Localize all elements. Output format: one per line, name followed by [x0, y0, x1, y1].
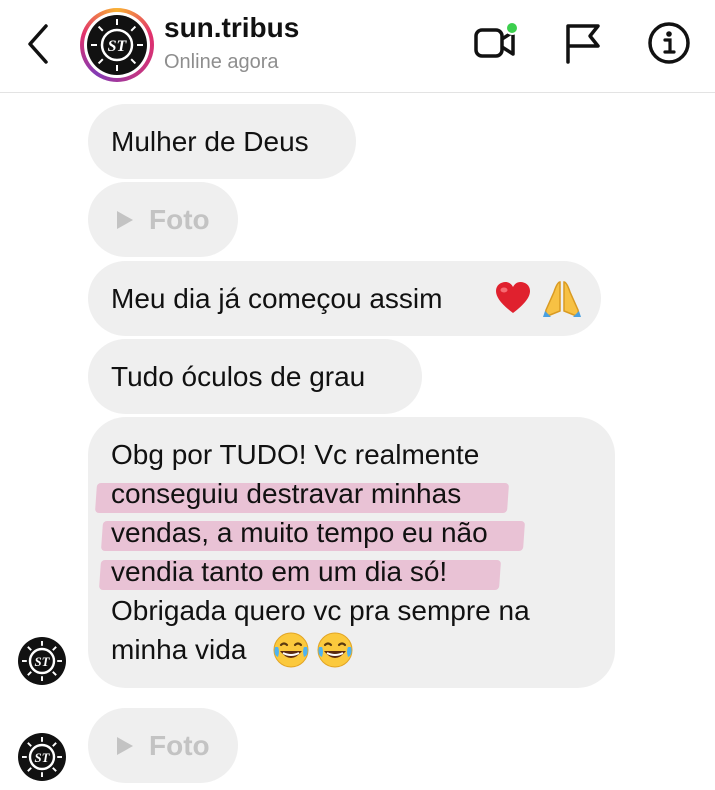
- message-bubble[interactable]: Obg por TUDO! Vc realmente conseguiu des…: [88, 417, 615, 688]
- heart-emoji-icon: [496, 282, 530, 313]
- photo-message[interactable]: Foto: [88, 708, 238, 783]
- video-call-icon[interactable]: [470, 18, 520, 68]
- play-icon: [117, 211, 133, 229]
- svg-text:ST: ST: [35, 751, 51, 765]
- flag-icon[interactable]: [558, 18, 608, 68]
- photo-label: Foto: [149, 730, 210, 761]
- svg-text:ST: ST: [108, 38, 128, 55]
- praying-hands-emoji-icon: [543, 281, 581, 317]
- message-text: Meu dia já começou assim: [111, 283, 443, 314]
- profile-avatar[interactable]: ST: [80, 8, 154, 82]
- sender-avatar[interactable]: ST: [18, 637, 66, 685]
- message-line: vendia tanto em um dia só!: [111, 556, 448, 587]
- message-bubble[interactable]: Meu dia já começou assim: [88, 261, 601, 336]
- sender-avatar[interactable]: ST: [18, 733, 66, 781]
- laughing-emoji-icon: [273, 632, 309, 668]
- svg-text:ST: ST: [35, 655, 51, 669]
- back-icon[interactable]: [22, 22, 54, 66]
- message-bubble[interactable]: Mulher de Deus: [88, 104, 356, 179]
- chat-header: ST sun.tribus Online agora: [0, 0, 715, 93]
- sun-tribus-logo-icon: ST: [87, 15, 147, 75]
- message-line: conseguiu destravar minhas: [111, 478, 462, 509]
- play-icon: [117, 737, 133, 755]
- message-line: Obg por TUDO! Vc realmente: [111, 439, 480, 470]
- message-bubble[interactable]: Tudo óculos de grau: [88, 339, 422, 414]
- photo-label: Foto: [149, 204, 210, 235]
- online-status: Online agora: [164, 51, 279, 73]
- message-line: Obrigada quero vc pra sempre na: [111, 595, 530, 626]
- message-text: Tudo óculos de grau: [111, 361, 366, 392]
- message-line: vendas, a muito tempo eu não: [111, 517, 488, 548]
- message-line: minha vida: [111, 634, 247, 665]
- info-icon[interactable]: [644, 18, 694, 68]
- contact-username[interactable]: sun.tribus: [164, 12, 299, 44]
- message-text: Mulher de Deus: [111, 126, 309, 157]
- laughing-emoji-icon: [317, 632, 353, 668]
- photo-message[interactable]: Foto: [88, 182, 238, 257]
